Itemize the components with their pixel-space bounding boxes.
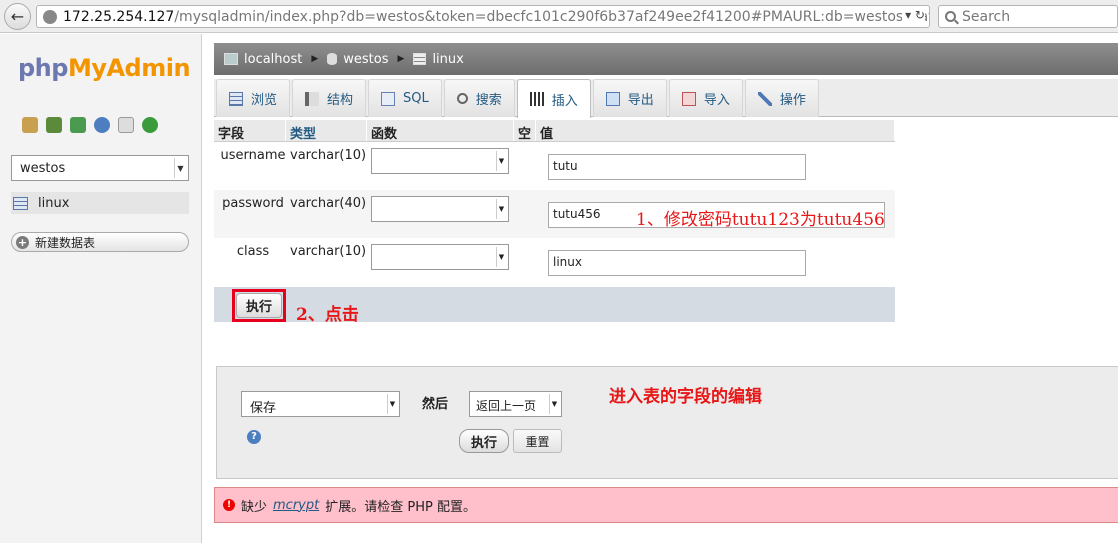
tab-operations[interactable]: 操作 [744, 79, 819, 117]
back-arrow-icon: ← [10, 7, 25, 26]
search-icon [945, 11, 956, 22]
insert-field-table: 字段 类型 函数 空 值 username varchar(10) ▼ tutu… [214, 120, 895, 286]
export-icon [605, 91, 620, 106]
sql-icon [381, 91, 396, 106]
navigation-panel: phpMyAdmin westos ▼ linux + 新建数据表 [0, 34, 202, 543]
server-icon [224, 53, 238, 65]
wrench-icon [757, 91, 772, 106]
search-icon [456, 93, 468, 104]
database-icon [327, 53, 338, 65]
table-icon [13, 196, 28, 210]
query-window-icon[interactable] [70, 117, 86, 133]
breadcrumb: localhost ▶ westos ▶ linux [214, 43, 1118, 75]
header-type[interactable]: 类型 [286, 120, 367, 142]
field-type: varchar(40) [290, 196, 367, 211]
after-action-select[interactable]: 返回上一页 ▼ [469, 391, 562, 417]
chevron-down-icon: ▼ [549, 394, 559, 414]
table-row: class varchar(10) ▼ linux [214, 238, 895, 286]
go-button[interactable]: 执行 [459, 429, 509, 453]
url-bar[interactable]: 172.25.254.127/mysqladmin/index.php?db=w… [36, 5, 930, 28]
field-type: varchar(10) [290, 244, 367, 259]
function-select[interactable]: ▼ [371, 196, 509, 222]
main-content: localhost ▶ westos ▶ linux 浏览 结构 SQL 搜索 … [202, 34, 1118, 543]
error-message: ! 缺少 mcrypt 扩展。请检查 PHP 配置。 [214, 487, 1118, 523]
field-name: password [222, 196, 284, 211]
breadcrumb-separator: ▶ [311, 54, 319, 64]
phpmyadmin-logo[interactable]: phpMyAdmin [18, 54, 191, 82]
home-icon[interactable] [22, 117, 38, 133]
function-select[interactable]: ▼ [371, 244, 509, 270]
annotation-step2: 2、点击 [296, 305, 359, 325]
after-label: 然后 [422, 397, 449, 412]
field-type: varchar(10) [290, 148, 367, 163]
header-value: 值 [536, 120, 895, 142]
value-input[interactable]: tutu [548, 154, 806, 180]
mcrypt-link[interactable]: mcrypt [273, 498, 319, 513]
table-tabs: 浏览 结构 SQL 搜索 插入 导出 导入 操作 [214, 79, 1118, 118]
browser-search-input[interactable]: Search [938, 5, 1118, 28]
insert-icon [529, 92, 544, 106]
search-placeholder: Search [962, 8, 1011, 25]
chevron-down-icon: ▼ [387, 394, 397, 414]
url-path: /mysqladmin/index.php?db=westos&token=db… [174, 8, 930, 25]
tab-import[interactable]: 导入 [668, 79, 743, 117]
value-input[interactable]: linux [548, 250, 806, 276]
header-function: 函数 [367, 120, 514, 142]
field-name: class [236, 244, 270, 259]
tab-structure[interactable]: 结构 [292, 79, 367, 117]
table-icon [413, 53, 427, 65]
chevron-down-icon: ▼ [496, 151, 506, 171]
breadcrumb-server[interactable]: localhost [224, 52, 302, 67]
globe-icon [43, 9, 57, 24]
tab-search[interactable]: 搜索 [443, 79, 515, 117]
save-select[interactable]: 保存 ▼ [241, 391, 400, 417]
table-row: username varchar(10) ▼ tutu [214, 142, 895, 190]
annotation-step1: 1、修改密码tutu123为tutu456 [636, 210, 885, 230]
chevron-down-icon: ▼ [496, 199, 506, 219]
breadcrumb-separator: ▶ [397, 54, 405, 64]
browser-toolbar: ← 172.25.254.127/mysqladmin/index.php?db… [0, 0, 1118, 33]
error-icon: ! [223, 499, 235, 511]
tab-export[interactable]: 导出 [592, 79, 667, 117]
header-null: 空 [514, 120, 536, 142]
function-select[interactable]: ▼ [371, 148, 509, 174]
breadcrumb-database[interactable]: westos [327, 52, 389, 67]
reset-button[interactable]: 重置 [513, 429, 562, 453]
header-field: 字段 [214, 120, 286, 142]
new-table-button[interactable]: + 新建数据表 [11, 232, 189, 252]
sidebar-table-linux[interactable]: linux [11, 192, 189, 214]
table-header-row: 字段 类型 函数 空 值 [214, 120, 895, 142]
structure-icon [305, 91, 320, 106]
field-name: username [220, 148, 286, 163]
database-select[interactable]: westos ▼ [11, 155, 189, 181]
nav-icon-row [22, 117, 158, 133]
help-docs-icon[interactable] [94, 117, 110, 133]
copy-icon[interactable] [118, 117, 134, 133]
execute-button[interactable]: 执行 [236, 293, 282, 318]
plus-icon: + [16, 235, 29, 249]
tab-browse[interactable]: 浏览 [216, 79, 291, 117]
annotation-note: 进入表的字段的编辑 [609, 387, 762, 407]
url-host: 172.25.254.127 [63, 8, 175, 25]
tab-sql[interactable]: SQL [368, 79, 442, 117]
url-dropdown-icon[interactable]: ▾ ↻ [902, 8, 925, 22]
browse-icon [229, 91, 243, 106]
tab-insert[interactable]: 插入 [516, 79, 591, 118]
reload-icon[interactable] [142, 117, 158, 133]
chevron-down-icon: ▼ [496, 247, 506, 267]
help-icon[interactable]: ? [247, 430, 261, 444]
chevron-down-icon: ▼ [174, 158, 186, 178]
logout-icon[interactable] [46, 117, 62, 133]
import-icon [681, 91, 696, 106]
breadcrumb-table[interactable]: linux [413, 52, 464, 67]
back-button[interactable]: ← [4, 3, 31, 30]
